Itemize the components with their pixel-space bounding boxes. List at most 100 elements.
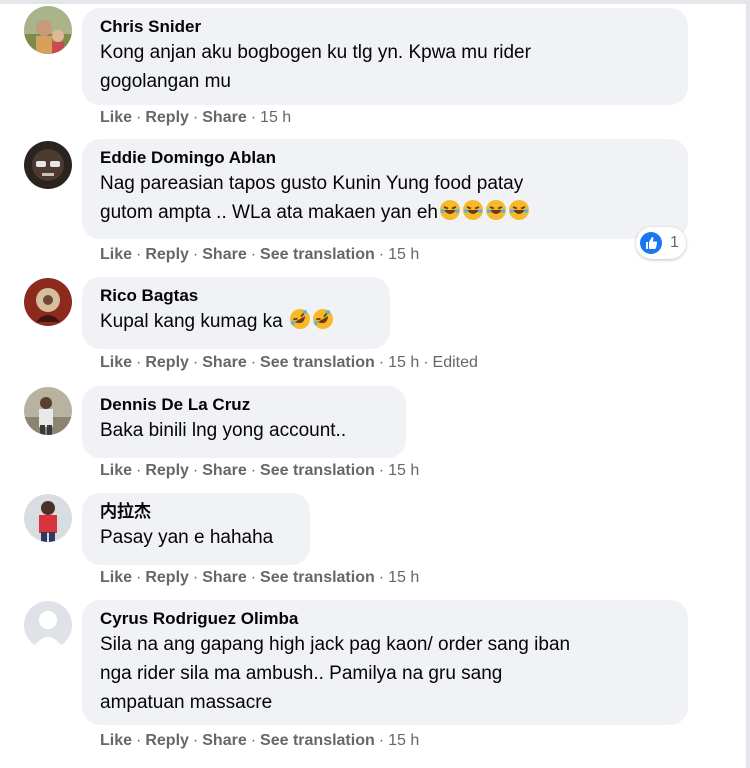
see-translation-button[interactable]: See translation: [260, 462, 375, 479]
laughing-emoji-icon: [508, 199, 530, 230]
timestamp[interactable]: 15 h: [260, 109, 291, 126]
separator-dot: ·: [250, 109, 257, 126]
profile-photo-icon: [24, 494, 72, 542]
avatar[interactable]: [24, 141, 72, 189]
see-translation-button[interactable]: See translation: [260, 732, 375, 749]
comment-text-line: Kupal kang kumag ka: [100, 307, 372, 339]
rolling-laughing-emoji-icon: [312, 308, 334, 339]
separator-dot: ·: [136, 354, 142, 371]
comment-author[interactable]: 内拉杰: [100, 501, 292, 523]
share-button[interactable]: Share: [202, 732, 246, 749]
separator-dot: ·: [192, 569, 199, 586]
comment-author[interactable]: Dennis De La Cruz: [100, 394, 388, 416]
avatar[interactable]: [24, 494, 72, 542]
like-button[interactable]: Like: [100, 462, 132, 479]
scrollbar-track[interactable]: [746, 0, 750, 768]
comment-author[interactable]: Cyrus Rodriguez Olimba: [100, 608, 670, 630]
comment-author[interactable]: Chris Snider: [100, 16, 670, 38]
profile-photo-icon: [24, 141, 72, 189]
separator-dot: ·: [250, 354, 257, 371]
reply-button[interactable]: Reply: [145, 246, 189, 263]
comment-text-line: Pasay yan e hahaha: [100, 527, 274, 548]
comment-text: gutom ampta .. WLa ata makaen yan eh: [100, 202, 438, 223]
separator-dot: ·: [136, 109, 142, 126]
comment-text-line: nga rider sila ma ambush.. Pamilya na gr…: [100, 663, 503, 684]
avatar[interactable]: [24, 601, 72, 649]
see-translation-button[interactable]: See translation: [260, 246, 375, 263]
see-translation-button[interactable]: See translation: [260, 569, 375, 586]
edited-label[interactable]: Edited: [433, 354, 478, 371]
comment-actions: Like · Reply · Share · See translation · 15 h: [100, 461, 419, 481]
avatar[interactable]: [24, 278, 72, 326]
share-button[interactable]: Share: [202, 246, 246, 263]
share-button[interactable]: Share: [202, 569, 246, 586]
comment-text: Kupal kang kumag ka: [100, 311, 283, 332]
reply-button[interactable]: Reply: [145, 109, 189, 126]
profile-photo-icon: [24, 387, 72, 435]
separator-dot: ·: [136, 246, 142, 263]
separator-dot: ·: [378, 569, 385, 586]
comment-bubble: 内拉杰 Pasay yan e hahaha: [82, 493, 310, 565]
profile-photo-icon: [24, 6, 72, 54]
comment-bubble: Cyrus Rodriguez Olimba Sila na ang gapan…: [82, 600, 688, 725]
comment-text-line: Nag pareasian tapos gusto Kunin Yung foo…: [100, 173, 524, 194]
separator-dot: ·: [192, 462, 199, 479]
separator-dot: ·: [192, 246, 199, 263]
comment-actions: Like · Reply · Share · 15 h: [100, 108, 291, 128]
reply-button[interactable]: Reply: [145, 569, 189, 586]
separator-dot: ·: [192, 354, 199, 371]
comment-author[interactable]: Rico Bagtas: [100, 285, 372, 307]
like-button[interactable]: Like: [100, 569, 132, 586]
separator-dot: ·: [378, 732, 385, 749]
comment-bubble: Dennis De La Cruz Baka binili lng yong a…: [82, 386, 406, 458]
like-button[interactable]: Like: [100, 109, 132, 126]
timestamp[interactable]: 15 h: [388, 462, 419, 479]
comment-text-line: gutom ampta .. WLa ata makaen yan eh: [100, 198, 670, 230]
avatar[interactable]: [24, 387, 72, 435]
share-button[interactable]: Share: [202, 462, 246, 479]
laughing-emoji-icon: [462, 199, 484, 230]
separator-dot: ·: [192, 109, 199, 126]
comment-author[interactable]: Eddie Domingo Ablan: [100, 147, 670, 169]
timestamp[interactable]: 15 h: [388, 354, 419, 371]
comment-text-line: Kong anjan aku bogbogen ku tlg yn. Kpwa …: [100, 42, 531, 63]
comment-actions: Like · Reply · Share · See translation · 15 h: [100, 568, 419, 588]
separator-dot: ·: [250, 462, 257, 479]
share-button[interactable]: Share: [202, 109, 246, 126]
separator-dot: ·: [378, 246, 385, 263]
comment-actions: Like · Reply · Share · See translation · 15 h: [100, 731, 419, 751]
share-button[interactable]: Share: [202, 354, 246, 371]
like-button[interactable]: Like: [100, 354, 132, 371]
separator-dot: ·: [250, 569, 257, 586]
like-button[interactable]: Like: [100, 246, 132, 263]
rolling-laughing-emoji-icon: [289, 308, 311, 339]
comment-bubble: Chris Snider Kong anjan aku bogbogen ku …: [82, 8, 688, 105]
timestamp[interactable]: 15 h: [388, 732, 419, 749]
default-avatar-icon: [24, 601, 72, 649]
avatar[interactable]: [24, 6, 72, 54]
laughing-emoji-icon: [439, 199, 461, 230]
separator-dot: ·: [136, 732, 142, 749]
reply-button[interactable]: Reply: [145, 462, 189, 479]
reaction-summary[interactable]: 1: [636, 227, 686, 259]
separator-dot: ·: [423, 354, 429, 371]
separator-dot: ·: [378, 462, 385, 479]
reply-button[interactable]: Reply: [145, 354, 189, 371]
like-button[interactable]: Like: [100, 732, 132, 749]
comment-bubble: Rico Bagtas Kupal kang kumag ka: [82, 277, 390, 349]
timestamp[interactable]: 15 h: [388, 569, 419, 586]
separator-dot: ·: [250, 246, 257, 263]
reaction-count: 1: [670, 234, 679, 251]
separator-dot: ·: [378, 354, 385, 371]
comment-text-line: Sila na ang gapang high jack pag kaon/ o…: [100, 634, 571, 655]
reply-button[interactable]: Reply: [145, 732, 189, 749]
profile-photo-icon: [24, 278, 72, 326]
timestamp[interactable]: 15 h: [388, 246, 419, 263]
separator-dot: ·: [136, 462, 142, 479]
comment-actions: Like · Reply · Share · See translation · 15 h · Ed…: [100, 353, 478, 373]
separator-dot: ·: [250, 732, 257, 749]
comment-actions: Like · Reply · Share · See translation · 15 h: [100, 245, 419, 265]
comment-text-line: ampatuan massacre: [100, 692, 273, 713]
separator-dot: ·: [192, 732, 199, 749]
see-translation-button[interactable]: See translation: [260, 354, 375, 371]
